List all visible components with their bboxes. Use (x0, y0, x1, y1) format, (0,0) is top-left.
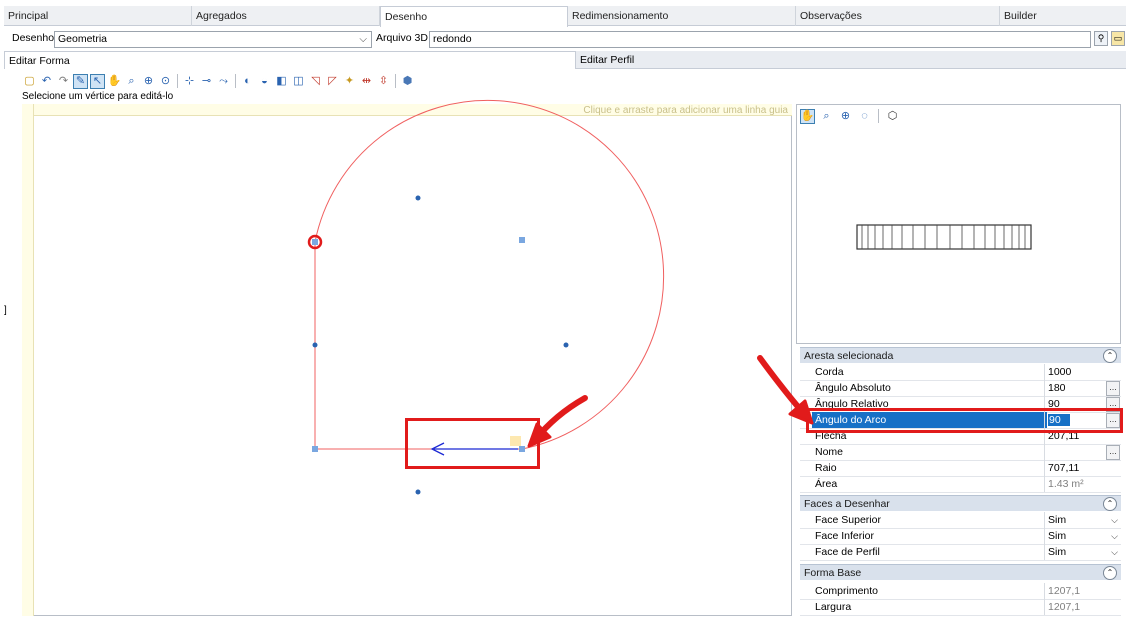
annotation-arrows (527, 355, 814, 448)
